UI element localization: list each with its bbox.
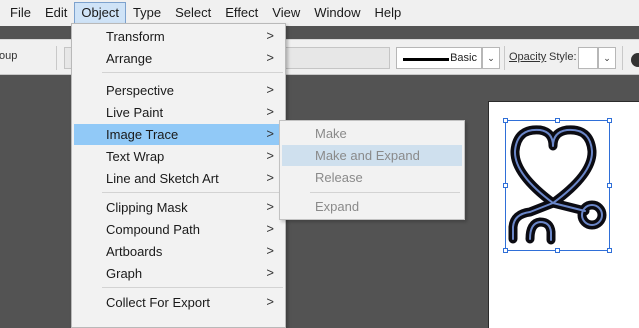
submenu-item-label: Make [315,126,347,141]
artboard[interactable] [488,101,639,328]
menu-item-label: Arrange [106,51,153,66]
chevron-right-icon: > [266,243,274,258]
stroke-preview [403,58,449,61]
menu-item-collect-for-export[interactable]: Collect For Export > [74,292,283,313]
menu-item-live-paint[interactable]: Live Paint > [74,102,283,123]
menu-separator [102,192,283,193]
menu-item-label: Live Paint [106,105,164,120]
menu-item-label: Collect For Export [106,295,211,310]
group-label: oup [0,50,18,62]
style-swatch[interactable] [578,47,598,69]
menu-item-artboards[interactable]: Artboards > [74,241,283,262]
menu-item-arrange[interactable]: Arrange > [74,48,283,69]
chevron-right-icon: > [266,265,274,280]
menu-item-graph[interactable]: Graph > [74,263,283,284]
control-separator [504,46,505,70]
menu-item-label: Image Trace [106,127,179,142]
chevron-right-icon: > [266,170,274,185]
menu-item-label: Artboards [106,244,163,259]
menu-select[interactable]: Select [168,2,218,24]
heart-stethoscope-artwork[interactable] [488,101,639,328]
menu-item-label: Clipping Mask [106,200,188,215]
menu-window[interactable]: Window [307,2,367,24]
menu-view[interactable]: View [265,2,307,24]
menu-item-line-and-sketch-art[interactable]: Line and Sketch Art > [74,168,283,189]
chevron-right-icon: > [266,221,274,236]
opacity-link[interactable]: Opacity [509,51,546,63]
menu-item-label: Perspective [106,83,174,98]
control-separator [622,46,623,70]
style-label: Style: [549,51,577,63]
menu-help[interactable]: Help [367,2,408,24]
image-trace-submenu: Make Make and Expand Release Expand [279,120,465,220]
submenu-item-label: Make and Expand [315,148,420,163]
menu-item-compound-path[interactable]: Compound Path > [74,219,283,240]
menu-item-image-trace[interactable]: Image Trace > [74,124,283,145]
stroke-profile-label: Basic [450,52,477,64]
stroke-profile-select[interactable]: Basic [396,47,482,69]
submenu-item-make-and-expand[interactable]: Make and Expand [282,145,462,166]
chevron-right-icon: > [266,104,274,119]
object-menu: Transform > Arrange > Perspective > Live… [71,23,286,328]
menu-object[interactable]: Object [74,2,126,24]
menu-item-transform[interactable]: Transform > [74,26,283,47]
chevron-right-icon: > [266,294,274,309]
submenu-item-make[interactable]: Make [282,123,462,144]
chevron-right-icon: > [266,82,274,97]
menu-item-clipping-mask[interactable]: Clipping Mask > [74,197,283,218]
submenu-item-label: Expand [315,199,360,214]
menu-type[interactable]: Type [126,2,168,24]
menu-separator [102,72,283,73]
submenu-item-label: Release [315,170,363,185]
submenu-item-expand[interactable]: Expand [282,196,462,217]
chevron-right-icon: > [266,28,274,43]
menu-item-label: Transform [106,29,165,44]
menu-item-label: Line and Sketch Art [106,171,219,186]
recolor-icon[interactable] [631,53,639,67]
chevron-right-icon: > [266,50,274,65]
menu-item-perspective[interactable]: Perspective > [74,80,283,101]
menu-file[interactable]: File [3,2,38,24]
menu-separator [310,192,460,193]
menu-item-label: Graph [106,266,143,281]
menu-item-text-wrap[interactable]: Text Wrap > [74,146,283,167]
menu-separator [102,287,283,288]
submenu-item-release[interactable]: Release [282,167,462,188]
chevron-right-icon: > [266,199,274,214]
chevron-down-icon[interactable]: ⌄ [598,47,616,69]
menu-effect[interactable]: Effect [218,2,265,24]
chevron-down-icon[interactable]: ⌄ [482,47,500,69]
menu-item-label: Compound Path [106,222,200,237]
control-separator [56,46,57,70]
chevron-right-icon: > [266,126,274,141]
menu-item-label: Text Wrap [106,149,165,164]
chevron-right-icon: > [266,148,274,163]
menu-edit[interactable]: Edit [38,2,74,24]
